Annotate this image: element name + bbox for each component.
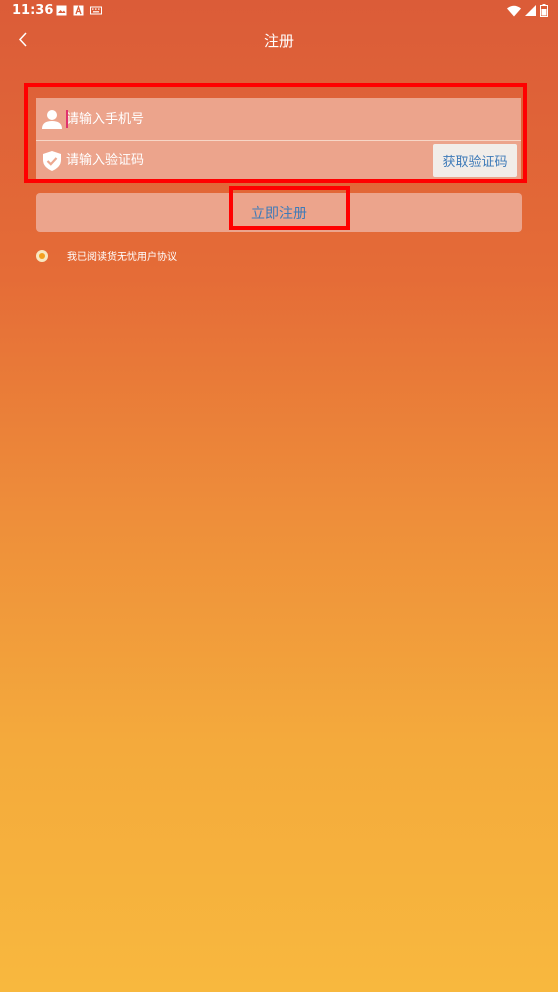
- status-bar: 11:36: [0, 0, 558, 24]
- get-code-button[interactable]: 获取验证码: [433, 144, 517, 177]
- verification-code-input[interactable]: [66, 141, 426, 180]
- shield-check-icon: [43, 151, 61, 171]
- register-button[interactable]: 立即注册: [36, 193, 522, 232]
- phone-row: [36, 98, 521, 140]
- wifi-icon: [507, 5, 521, 16]
- code-row: 获取验证码: [36, 141, 521, 180]
- image-icon: [56, 5, 67, 16]
- agreement-radio[interactable]: [36, 249, 48, 262]
- a-icon: [73, 5, 84, 16]
- page-title: 注册: [263, 32, 294, 50]
- keyboard-icon: [90, 6, 102, 15]
- status-icons-right: [507, 4, 548, 17]
- agreement-row: 我已阅读货无忧用户协议: [36, 248, 177, 263]
- agreement-text[interactable]: 我已阅读货无忧用户协议: [67, 248, 177, 263]
- register-form: 获取验证码: [36, 98, 521, 180]
- nav-bar: 注册: [0, 24, 558, 58]
- signal-icon: [525, 5, 536, 16]
- user-icon: [42, 110, 62, 129]
- status-time: 11:36: [12, 3, 54, 18]
- status-icons-left: [56, 5, 102, 16]
- battery-icon: [540, 4, 548, 17]
- phone-input[interactable]: [66, 98, 426, 140]
- text-cursor: [66, 110, 68, 128]
